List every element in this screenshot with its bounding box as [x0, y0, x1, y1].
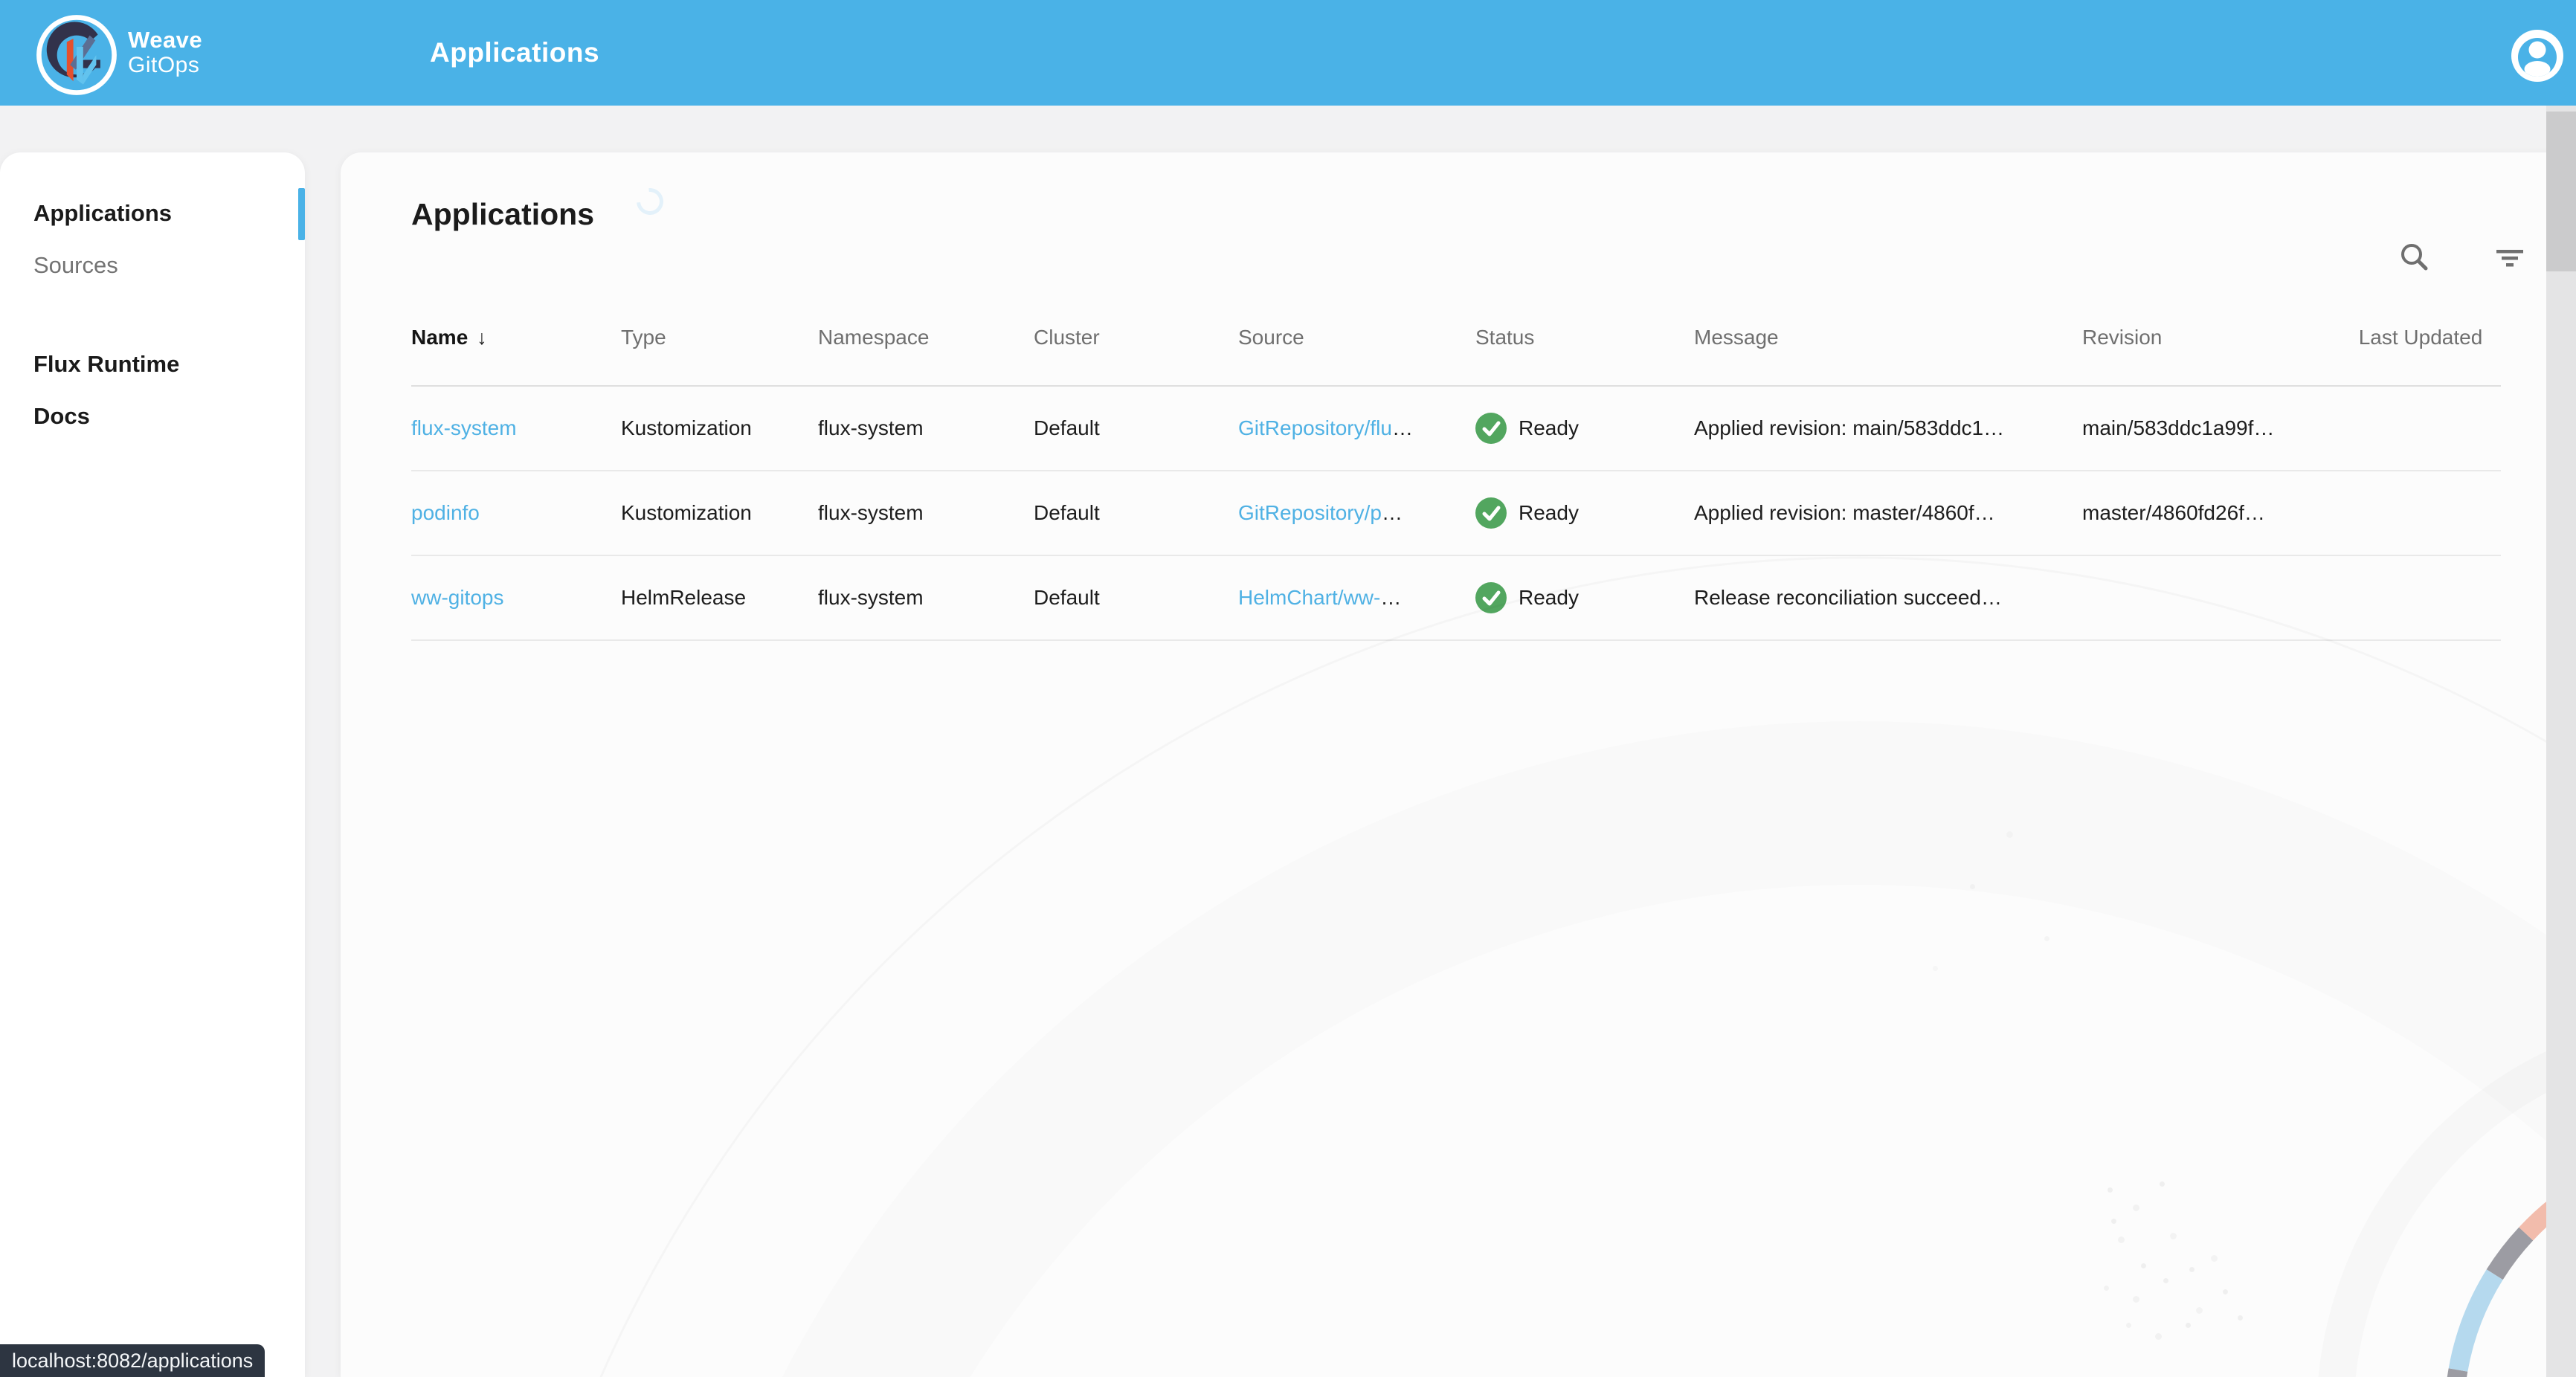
sort-descending-icon: ↓: [477, 326, 487, 349]
sidebar: Applications Sources Flux Runtime Docs: [0, 152, 305, 1377]
source-cell: GitRepository/flu…: [1238, 416, 1475, 440]
namespace-cell: flux-system: [818, 416, 1034, 440]
check-circle-icon: [1475, 582, 1507, 613]
column-header-label: Source: [1238, 326, 1304, 349]
column-header-label: Revision: [2082, 326, 2162, 349]
column-header-source[interactable]: Source: [1238, 326, 1475, 349]
table-header-row: Name ↓ Type Namespace Cluster Source Status Mes…: [411, 290, 2501, 387]
brand-line2: GitOps: [128, 53, 202, 78]
app-link[interactable]: flux-system: [411, 416, 517, 439]
account-circle-icon[interactable]: [2511, 30, 2563, 82]
namespace-cell: flux-system: [818, 501, 1034, 525]
column-header-cluster[interactable]: Cluster: [1034, 326, 1238, 349]
applications-table: Name ↓ Type Namespace Cluster Source Status Mes…: [411, 290, 2501, 641]
column-header-label: Message: [1694, 326, 1779, 349]
status-cell: Ready: [1475, 497, 1694, 529]
brand-line1: Weave: [128, 27, 202, 53]
namespace-cell: flux-system: [818, 586, 1034, 610]
brand-text: Weave GitOps: [128, 27, 202, 78]
table-row[interactable]: ww-gitops HelmReleaseflux-systemDefaultHe…: [411, 556, 2501, 641]
weave-gitops-logo-icon: [36, 14, 117, 96]
message-cell: Release reconciliation succeed…: [1694, 586, 2082, 610]
cluster-cell: Default: [1034, 586, 1238, 610]
app-link[interactable]: ww-gitops: [411, 586, 503, 609]
column-header-label: Cluster: [1034, 326, 1100, 349]
app-header: Weave GitOps Applications: [0, 0, 2576, 106]
sidebar-item-sources[interactable]: Sources: [33, 251, 305, 280]
browser-status-url: localhost:8082/applications: [0, 1344, 265, 1377]
status-label: Ready: [1519, 501, 1579, 525]
name-cell: flux-system: [411, 416, 621, 440]
table-row[interactable]: flux-systemKustomizationflux-systemDefau…: [411, 387, 2501, 471]
column-header-label: Name: [411, 326, 468, 349]
table-body: flux-systemKustomizationflux-systemDefau…: [411, 387, 2501, 641]
status-cell: Ready: [1475, 582, 1694, 613]
source-ellipsis: …: [1382, 501, 1403, 524]
source-ellipsis: …: [1392, 416, 1413, 439]
app-link[interactable]: podinfo: [411, 501, 480, 524]
filter-list-icon[interactable]: [2493, 240, 2527, 274]
cluster-cell: Default: [1034, 501, 1238, 525]
vertical-scrollbar-thumb[interactable]: [2546, 112, 2576, 271]
status-ready-badge: [1475, 413, 1507, 444]
revision-cell: main/583ddc1a99f…: [2082, 416, 2346, 440]
column-header-label: Namespace: [818, 326, 929, 349]
column-header-last-updated[interactable]: Last Updated: [2346, 323, 2495, 352]
table-row[interactable]: podinfo Kustomizationflux-systemDefaultGi…: [411, 471, 2501, 556]
sidebar-active-indicator: [298, 188, 305, 240]
status-ready-badge: [1475, 582, 1507, 613]
sidebar-item-flux-runtime[interactable]: Flux Runtime: [33, 349, 305, 379]
column-header-message[interactable]: Message: [1694, 326, 2082, 349]
column-header-label: Last Updated: [2359, 326, 2483, 349]
source-cell: HelmChart/ww-…: [1238, 586, 1475, 610]
column-header-namespace[interactable]: Namespace: [818, 326, 1034, 349]
content-card: Applications Name ↓ Type Namespace Cluster So…: [341, 152, 2576, 1377]
name-cell: ww-gitops: [411, 586, 621, 610]
column-header-status[interactable]: Status: [1475, 326, 1694, 349]
cluster-cell: Default: [1034, 416, 1238, 440]
sidebar-nav: Applications Sources Flux Runtime Docs: [0, 152, 305, 431]
source-link[interactable]: GitRepository/flu: [1238, 416, 1392, 439]
status-label: Ready: [1519, 416, 1579, 440]
status-label: Ready: [1519, 586, 1579, 610]
sidebar-item-applications[interactable]: Applications: [33, 199, 305, 228]
revision-cell: master/4860fd26f…: [2082, 501, 2346, 525]
column-header-label: Type: [621, 326, 666, 349]
page-title: Applications: [411, 197, 594, 232]
check-circle-icon: [1475, 497, 1507, 529]
check-circle-icon: [1475, 413, 1507, 444]
column-header-label: Status: [1475, 326, 1534, 349]
type-cell: Kustomization: [621, 416, 818, 440]
status-ready-badge: [1475, 497, 1507, 529]
source-link[interactable]: GitRepository/p: [1238, 501, 1382, 524]
column-header-name[interactable]: Name ↓: [411, 326, 621, 349]
message-cell: Applied revision: master/4860f…: [1694, 501, 2082, 525]
status-cell: Ready: [1475, 413, 1694, 444]
column-header-revision[interactable]: Revision: [2082, 326, 2346, 349]
message-cell: Applied revision: main/583ddc1…: [1694, 416, 2082, 440]
source-link[interactable]: HelmChart/ww-: [1238, 586, 1380, 609]
type-cell: Kustomization: [621, 501, 818, 525]
header-page-title: Applications: [430, 0, 599, 106]
loading-spinner-icon: [631, 183, 669, 221]
name-cell: podinfo: [411, 501, 621, 525]
search-icon[interactable]: [2398, 240, 2432, 274]
source-ellipsis: …: [1380, 586, 1401, 609]
vertical-scrollbar-track[interactable]: [2546, 106, 2576, 1377]
column-header-type[interactable]: Type: [621, 326, 818, 349]
sidebar-item-docs[interactable]: Docs: [33, 402, 305, 431]
source-cell: GitRepository/p…: [1238, 501, 1475, 525]
type-cell: HelmRelease: [621, 586, 818, 610]
